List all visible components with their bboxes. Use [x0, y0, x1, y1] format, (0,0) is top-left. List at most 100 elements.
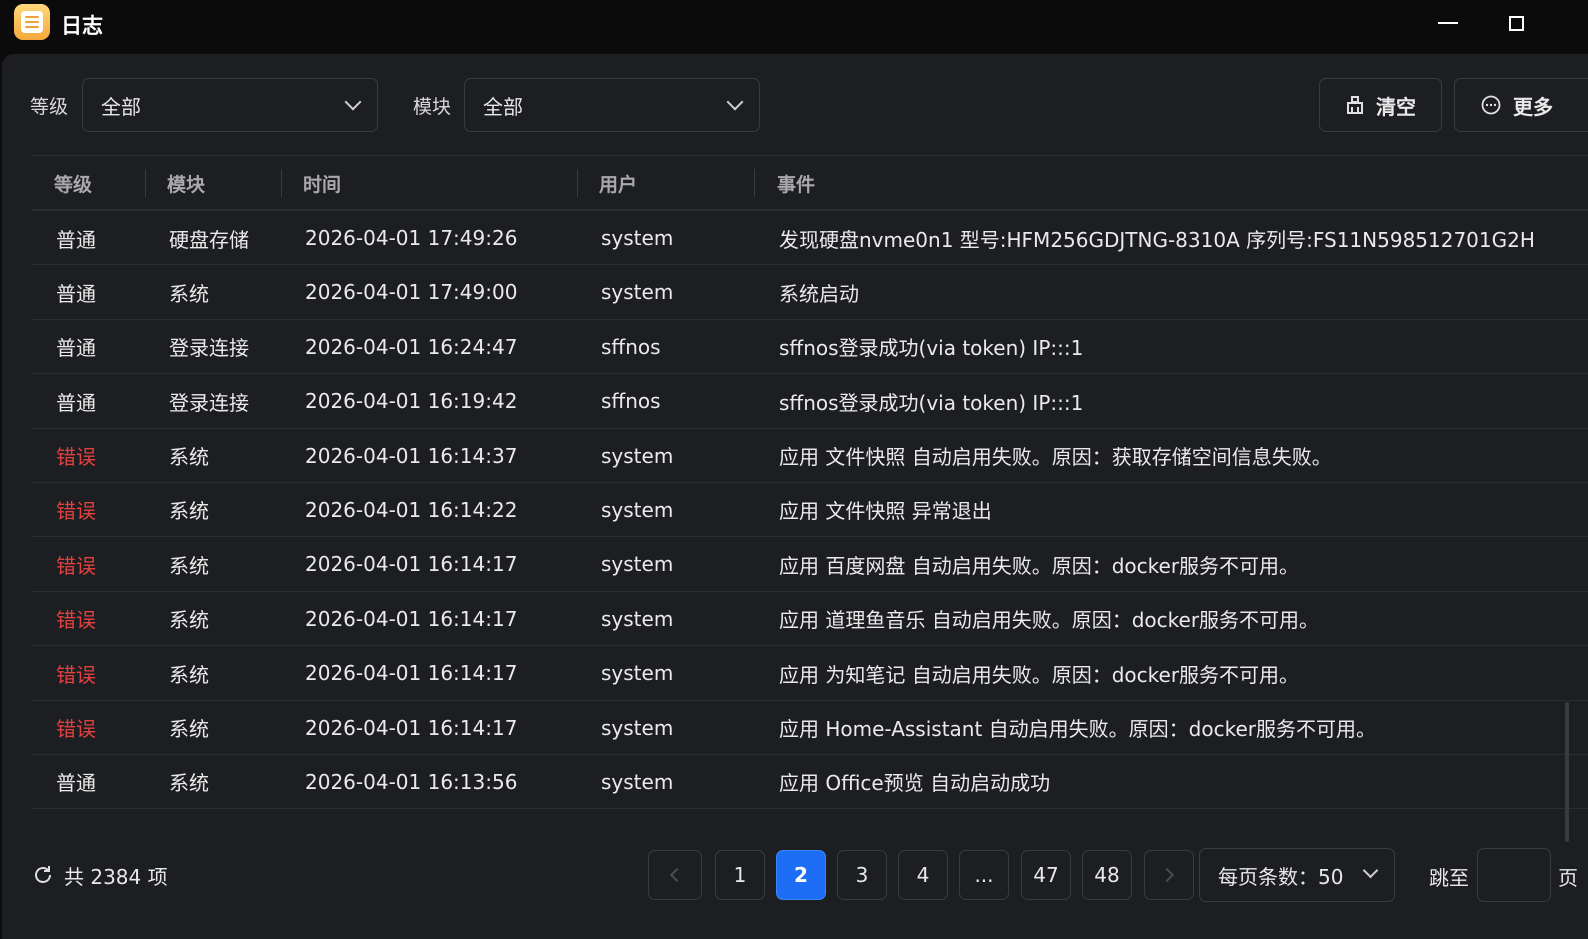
level-cell: 错误	[56, 608, 96, 633]
jump-page-input[interactable]	[1477, 848, 1551, 902]
page-button[interactable]: 1	[715, 850, 765, 900]
table-row[interactable]: 普通 系统 2026-04-01 17:49:00 system 系统启动	[32, 265, 1588, 320]
column-divider[interactable]	[754, 169, 755, 197]
event-cell: 应用 Office预览 自动启动成功	[779, 771, 1051, 796]
table-row[interactable]: 普通 登录连接 2026-04-01 16:24:47 sffnos sffnos登录成…	[32, 320, 1588, 375]
module-filter-select[interactable]: 全部	[464, 78, 760, 132]
time-cell: 2026-04-01 16:13:56	[305, 769, 518, 794]
more-button[interactable]: 更多	[1454, 78, 1588, 132]
time-cell: 2026-04-01 16:14:22	[305, 497, 518, 522]
clear-broom-icon	[1347, 96, 1363, 114]
time-cell: 2026-04-01 16:14:17	[305, 661, 518, 686]
event-cell: 应用 Home-Assistant 自动启用失败。原因：docker服务不可用。	[779, 717, 1376, 742]
user-cell: system	[601, 552, 674, 577]
table-row[interactable]: 错误 系统 2026-04-01 16:14:17 system 应用 Home-Ass…	[32, 701, 1588, 755]
level-cell: 错误	[56, 717, 96, 742]
chevron-down-icon	[1362, 862, 1379, 879]
module-filter-value: 全部	[483, 94, 523, 119]
user-cell: system	[601, 769, 674, 794]
module-cell: 系统	[169, 662, 209, 687]
event-cell: 应用 道理鱼音乐 自动启用失败。原因：docker服务不可用。	[779, 608, 1320, 633]
chevron-left-icon	[669, 867, 685, 883]
level-cell: 普通	[56, 390, 96, 415]
time-cell: 2026-04-01 17:49:00	[305, 280, 518, 305]
column-divider[interactable]	[145, 169, 146, 197]
level-filter-select[interactable]: 全部	[82, 78, 378, 132]
module-cell: 系统	[169, 608, 209, 633]
clear-button-label: 清空	[1376, 94, 1416, 119]
refresh-icon[interactable]	[32, 864, 54, 886]
minimize-button[interactable]	[1428, 8, 1468, 38]
chevron-down-icon	[344, 93, 362, 111]
header-time[interactable]: 时间	[303, 156, 341, 210]
scrollbar[interactable]	[1565, 702, 1569, 842]
next-page-button[interactable]	[1144, 850, 1194, 900]
page-button[interactable]: 47	[1021, 850, 1071, 900]
more-button-label: 更多	[1513, 94, 1553, 119]
header-module[interactable]: 模块	[167, 156, 205, 210]
jump-suffix: 页	[1558, 866, 1578, 890]
page-size-select[interactable]: 每页条数：50	[1199, 848, 1395, 902]
user-cell: system	[601, 661, 674, 686]
chevron-down-icon	[726, 93, 744, 111]
clear-button[interactable]: 清空	[1319, 78, 1442, 132]
jump-label: 跳至	[1429, 866, 1469, 890]
table-header: 等级 模块 时间 用户 事件	[32, 155, 1588, 211]
page-ellipsis-button[interactable]: ...	[959, 850, 1009, 900]
level-cell: 错误	[56, 553, 96, 578]
module-cell: 系统	[169, 717, 209, 742]
level-cell: 错误	[56, 445, 96, 470]
table-row[interactable]: 错误 系统 2026-04-01 16:14:37 system 应用 文件快照 自动启…	[32, 429, 1588, 483]
table-row[interactable]: 错误 系统 2026-04-01 16:14:22 system 应用 文件快照 异常退…	[32, 483, 1588, 538]
user-cell: system	[601, 715, 674, 740]
event-cell: 应用 为知笔记 自动启用失败。原因：docker服务不可用。	[779, 662, 1300, 687]
page-button[interactable]: 48	[1082, 850, 1132, 900]
module-cell: 系统	[169, 445, 209, 470]
maximize-icon	[1508, 15, 1524, 31]
user-cell: system	[601, 443, 674, 468]
event-cell: sffnos登录成功(via token) IP:::1	[779, 336, 1084, 361]
time-cell: 2026-04-01 16:14:17	[305, 552, 518, 577]
user-cell: system	[601, 497, 674, 522]
column-divider[interactable]	[577, 169, 578, 197]
time-cell: 2026-04-01 16:14:17	[305, 715, 518, 740]
user-cell: sffnos	[601, 334, 661, 359]
level-cell: 错误	[56, 662, 96, 687]
table-row[interactable]: 错误 系统 2026-04-01 16:14:17 system 应用 道理鱼音乐 自动…	[32, 592, 1588, 647]
user-cell: system	[601, 226, 674, 250]
log-app-icon	[14, 4, 50, 40]
log-table: 等级 模块 时间 用户 事件 普通 硬盘存储 2026-04-01 17:49:26…	[32, 155, 1588, 810]
level-cell: 普通	[56, 281, 96, 306]
module-cell: 硬盘存储	[169, 227, 249, 252]
level-cell: 普通	[56, 336, 96, 361]
module-cell: 登录连接	[169, 390, 249, 415]
log-panel: 等级 全部 模块 全部 清空 更多 等级 模块 时间 用户 事件 普通 硬盘存储…	[2, 54, 1588, 939]
filter-bar: 等级 全部 模块 全部 清空 更多	[2, 54, 1588, 154]
prev-page-button[interactable]	[648, 850, 702, 900]
header-event[interactable]: 事件	[777, 156, 815, 210]
table-row[interactable]: 错误 系统 2026-04-01 16:14:17 system 应用 为知笔记 自动启…	[32, 646, 1588, 701]
table-row[interactable]: 普通 硬盘存储 2026-04-01 17:49:26 system 发现硬盘nvme0…	[32, 211, 1588, 266]
column-divider[interactable]	[281, 169, 282, 197]
window-title: 日志	[61, 14, 103, 38]
event-cell: 应用 文件快照 异常退出	[779, 499, 992, 524]
minimize-icon	[1438, 22, 1458, 24]
table-body: 普通 硬盘存储 2026-04-01 17:49:26 system 发现硬盘nvme0…	[32, 211, 1588, 810]
user-cell: sffnos	[601, 389, 661, 414]
time-cell: 2026-04-01 16:14:17	[305, 606, 518, 631]
table-row[interactable]: 错误 系统 2026-04-01 16:14:17 system 应用 百度网盘 自动启…	[32, 537, 1588, 592]
time-cell: 2026-04-01 17:49:26	[305, 226, 518, 250]
page-button[interactable]: 4	[898, 850, 948, 900]
maximize-button[interactable]	[1496, 8, 1536, 38]
level-cell: 错误	[56, 499, 96, 524]
table-row[interactable]: 普通 系统 2026-04-01 16:13:56 system 应用 Office预览…	[32, 755, 1588, 810]
header-user[interactable]: 用户	[599, 156, 637, 210]
page-button[interactable]: 2	[776, 850, 826, 900]
module-filter-label: 模块	[413, 96, 452, 118]
header-level[interactable]: 等级	[54, 156, 92, 210]
event-cell: sffnos登录成功(via token) IP:::1	[779, 390, 1084, 415]
chevron-right-icon	[1159, 867, 1175, 883]
page-button[interactable]: 3	[837, 850, 887, 900]
table-row[interactable]: 普通 登录连接 2026-04-01 16:19:42 sffnos sffnos登录成…	[32, 374, 1588, 429]
time-cell: 2026-04-01 16:24:47	[305, 334, 518, 359]
